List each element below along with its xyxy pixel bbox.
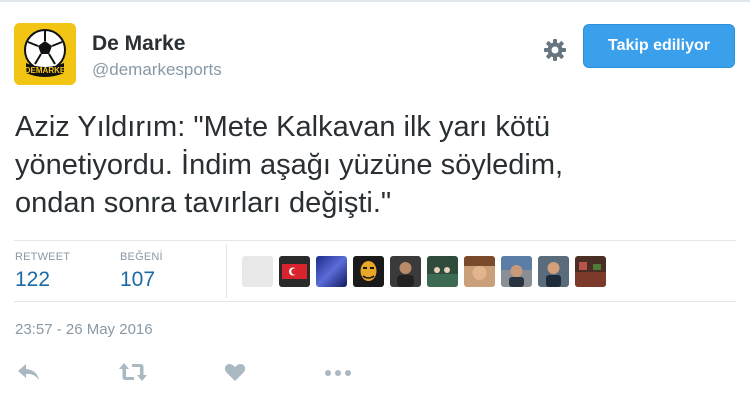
liker-avatar[interactable]: [427, 256, 458, 287]
retweet-stat[interactable]: RETWEET 122: [15, 251, 70, 292]
liker-avatar[interactable]: [501, 256, 532, 287]
svg-text:DEMARKE: DEMARKE: [25, 66, 66, 75]
tweet-line: yönetiyordu. İndim aşağı yüzüne söyledim…: [15, 149, 564, 181]
liker-avatar[interactable]: [575, 256, 606, 287]
liker-avatar[interactable]: [316, 256, 347, 287]
tweet-line: Aziz Yıldırım: "Mete Kalkavan ilk yarı k…: [15, 111, 551, 143]
stats-separator: [226, 244, 227, 298]
tweet-line: ondan sonra tavırları değişti.": [15, 187, 392, 219]
liker-avatar[interactable]: [279, 256, 310, 287]
avatar[interactable]: DEMARKE: [14, 23, 76, 85]
like-stat[interactable]: BEĞENİ 107: [120, 251, 163, 292]
liker-avatar[interactable]: [242, 256, 273, 287]
soccer-ball-logo-icon: DEMARKE: [14, 23, 76, 85]
reply-icon[interactable]: [16, 360, 46, 386]
liker-avatar[interactable]: [538, 256, 569, 287]
liker-avatar[interactable]: [390, 256, 421, 287]
display-name[interactable]: De Marke: [92, 32, 185, 56]
like-count[interactable]: 107: [120, 268, 163, 292]
top-border: [0, 0, 750, 2]
divider: [14, 240, 736, 241]
liker-avatar[interactable]: [353, 256, 384, 287]
retweet-icon[interactable]: [118, 360, 148, 386]
tweet-timestamp[interactable]: 23:57 - 26 May 2016: [15, 321, 153, 338]
tweet-text: Aziz Yıldırım: "Mete Kalkavan ilk yarı k…: [15, 108, 735, 222]
divider: [14, 301, 736, 302]
gear-icon[interactable]: [541, 36, 569, 64]
like-label: BEĞENİ: [120, 251, 163, 263]
following-button[interactable]: Takip ediliyor: [583, 24, 735, 68]
retweet-count[interactable]: 122: [15, 268, 70, 292]
retweet-label: RETWEET: [15, 251, 71, 263]
like-icon[interactable]: [223, 360, 253, 386]
user-handle[interactable]: @demarkesports: [92, 60, 222, 80]
more-icon[interactable]: [323, 360, 353, 386]
liker-avatar[interactable]: [464, 256, 495, 287]
likers-avatar-row: [242, 256, 612, 288]
